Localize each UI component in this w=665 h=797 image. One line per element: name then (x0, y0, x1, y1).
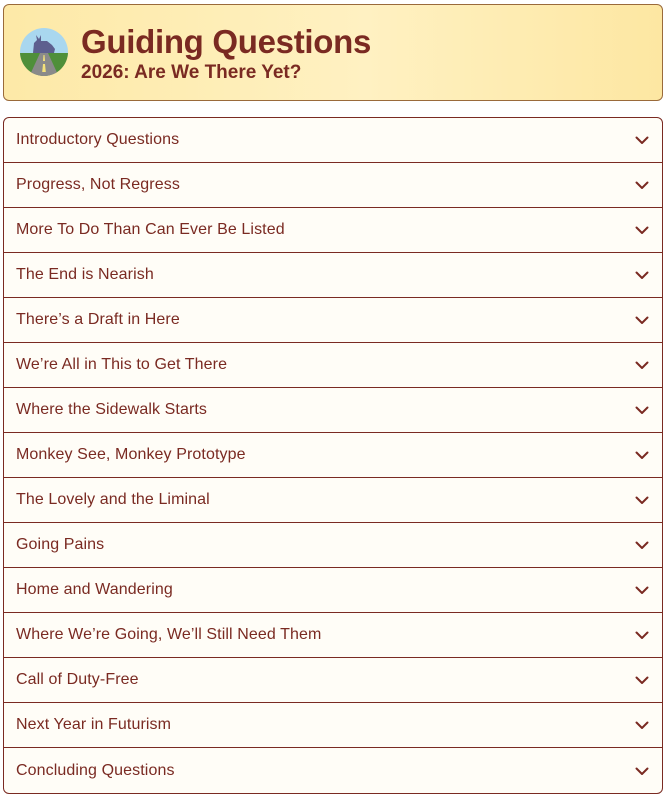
accordion-item[interactable]: Call of Duty-Free (4, 658, 662, 703)
accordion-item[interactable]: Monkey See, Monkey Prototype (4, 433, 662, 478)
accordion-item[interactable]: Progress, Not Regress (4, 163, 662, 208)
accordion-item[interactable]: Where We’re Going, We’ll Still Need Them (4, 613, 662, 658)
accordion-item[interactable]: There’s a Draft in Here (4, 298, 662, 343)
accordion-item[interactable]: Concluding Questions (4, 748, 662, 793)
accordion-item[interactable]: Introductory Questions (4, 118, 662, 163)
accordion-item-label: Call of Duty-Free (16, 671, 139, 688)
chevron-down-icon[interactable] (634, 717, 650, 733)
accordion-item-label: Progress, Not Regress (16, 176, 180, 193)
accordion-item-label: Where We’re Going, We’ll Still Need Them (16, 626, 322, 643)
accordion-item-label: Monkey See, Monkey Prototype (16, 446, 246, 463)
accordion-item-label: Introductory Questions (16, 131, 180, 148)
chevron-down-icon[interactable] (634, 537, 650, 553)
chevron-down-icon[interactable] (634, 447, 650, 463)
chevron-down-icon[interactable] (634, 312, 650, 328)
accordion-item[interactable]: We’re All in This to Get There (4, 343, 662, 388)
chevron-down-icon[interactable] (634, 357, 650, 373)
accordion-item-label: Going Pains (16, 536, 105, 553)
accordion-item-label: Next Year in Futurism (16, 716, 172, 733)
road-rabbit-logo-icon (20, 28, 68, 76)
chevron-down-icon[interactable] (634, 763, 650, 779)
accordion-item[interactable]: Where the Sidewalk Starts (4, 388, 662, 433)
chevron-down-icon[interactable] (634, 132, 650, 148)
chevron-down-icon[interactable] (634, 582, 650, 598)
chevron-down-icon[interactable] (634, 627, 650, 643)
chevron-down-icon[interactable] (634, 177, 650, 193)
accordion-item[interactable]: Home and Wandering (4, 568, 662, 613)
questions-accordion: Introductory Questions Progress, Not Regr… (3, 117, 663, 794)
accordion-item[interactable]: Going Pains (4, 523, 662, 568)
accordion-item-label: Where the Sidewalk Starts (16, 401, 208, 418)
chevron-down-icon[interactable] (634, 402, 650, 418)
accordion-item-label: Concluding Questions (16, 761, 175, 779)
accordion-item[interactable]: Next Year in Futurism (4, 703, 662, 748)
accordion-item[interactable]: The Lovely and the Liminal (4, 478, 662, 523)
accordion-item-label: The End is Nearish (16, 266, 154, 283)
title-block: Guiding Questions 2026: Are We There Yet… (81, 23, 371, 85)
accordion-item-label: More To Do Than Can Ever Be Listed (16, 221, 285, 238)
page-subtitle: 2026: Are We There Yet? (81, 62, 302, 83)
accordion-item-label: There’s a Draft in Here (16, 311, 180, 328)
accordion-item[interactable]: More To Do Than Can Ever Be Listed (4, 208, 662, 253)
accordion-item-label: The Lovely and the Liminal (16, 491, 210, 508)
chevron-down-icon[interactable] (634, 267, 650, 283)
chevron-down-icon[interactable] (634, 222, 650, 238)
accordion-item-label: Home and Wandering (16, 581, 173, 598)
chevron-down-icon[interactable] (634, 492, 650, 508)
page-header: Guiding Questions 2026: Are We There Yet… (3, 4, 663, 101)
accordion-item[interactable]: The End is Nearish (4, 253, 662, 298)
accordion-item-label: We’re All in This to Get There (16, 356, 228, 373)
chevron-down-icon[interactable] (634, 672, 650, 688)
page-title: Guiding Questions (81, 23, 372, 60)
